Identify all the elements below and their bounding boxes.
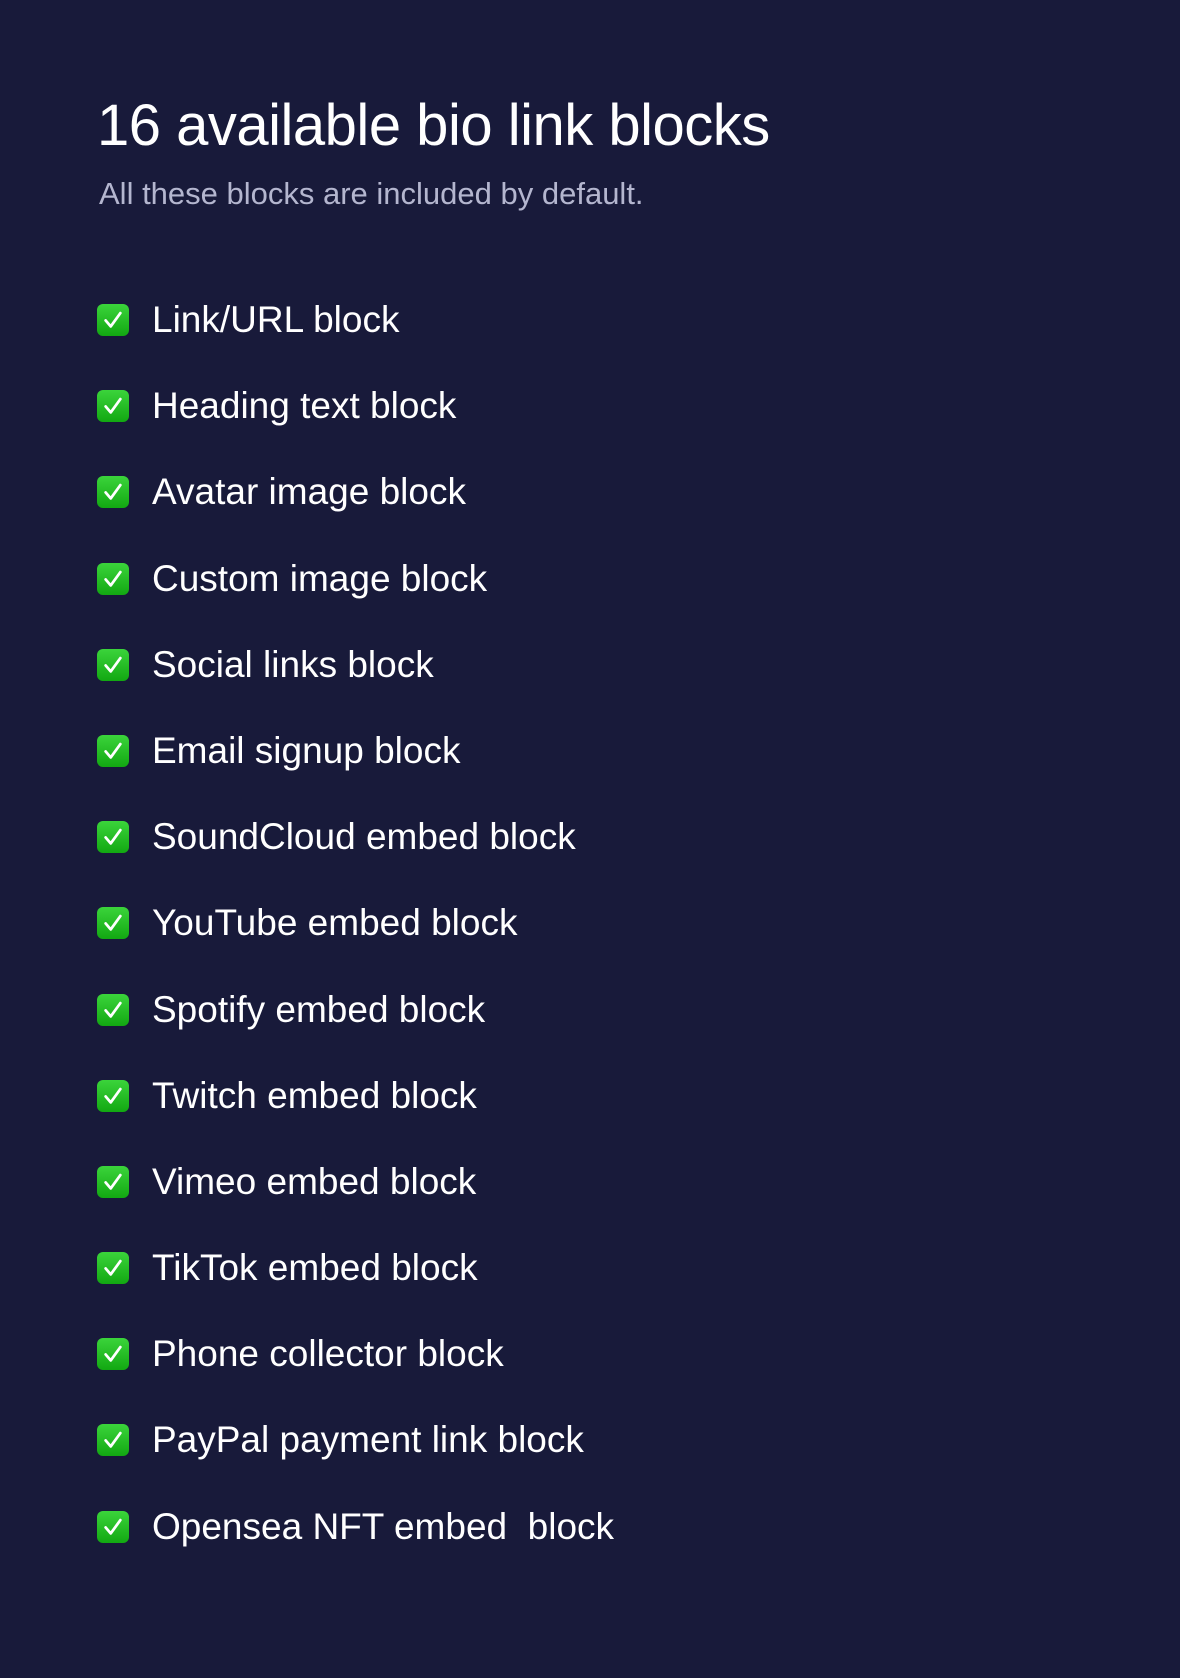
list-item: Link/URL block bbox=[97, 295, 614, 345]
check-mark-icon bbox=[97, 907, 129, 940]
list-item-label: YouTube embed block bbox=[152, 902, 518, 944]
list-item: Social links block bbox=[97, 640, 614, 690]
list-item-label: Avatar image block bbox=[152, 471, 466, 513]
list-item: Phone collector block bbox=[97, 1329, 614, 1379]
check-mark-icon bbox=[97, 1165, 129, 1198]
check-mark-icon bbox=[97, 1424, 129, 1457]
check-mark-icon bbox=[97, 390, 129, 423]
list-item-label: Email signup block bbox=[152, 729, 461, 771]
list-item-label: Vimeo embed block bbox=[152, 1160, 477, 1202]
list-item-label: Opensea NFT embed block bbox=[152, 1505, 615, 1547]
blocks-list: Link/URL block Heading text block Avatar… bbox=[97, 295, 614, 1588]
list-item: Spotify embed block bbox=[97, 985, 614, 1035]
list-item: Avatar image block bbox=[97, 467, 614, 517]
check-mark-icon bbox=[97, 648, 129, 681]
header: 16 available bio link blocks All these b… bbox=[97, 88, 1140, 214]
list-item: Twitch embed block bbox=[97, 1071, 614, 1121]
list-item-label: Heading text block bbox=[152, 385, 457, 427]
list-item-label: Phone collector block bbox=[152, 1333, 504, 1375]
check-mark-icon bbox=[97, 304, 129, 336]
check-mark-icon bbox=[97, 476, 129, 509]
check-mark-icon bbox=[97, 562, 129, 595]
check-mark-icon bbox=[97, 821, 129, 854]
check-mark-icon bbox=[97, 993, 129, 1026]
list-item: Heading text block bbox=[97, 381, 614, 431]
list-item-label: Custom image block bbox=[152, 557, 488, 599]
check-mark-icon bbox=[97, 1252, 129, 1285]
list-item: Email signup block bbox=[97, 726, 614, 776]
list-item: Vimeo embed block bbox=[97, 1157, 614, 1207]
list-item: Custom image block bbox=[97, 554, 614, 604]
check-mark-icon bbox=[97, 1510, 129, 1543]
list-item: Opensea NFT embed block bbox=[97, 1502, 614, 1552]
check-mark-icon bbox=[97, 1338, 129, 1371]
list-item-label: SoundCloud embed block bbox=[152, 816, 576, 858]
check-mark-icon bbox=[97, 1079, 129, 1112]
check-mark-icon bbox=[97, 734, 129, 767]
list-item: TikTok embed block bbox=[97, 1243, 614, 1293]
list-item-label: PayPal payment link block bbox=[152, 1419, 584, 1461]
list-item-label: Link/URL block bbox=[152, 299, 400, 340]
list-item: YouTube embed block bbox=[97, 898, 614, 948]
list-item-label: Twitch embed block bbox=[152, 1074, 477, 1116]
list-item-label: TikTok embed block bbox=[152, 1247, 478, 1289]
page-title: 16 available bio link blocks bbox=[97, 93, 770, 158]
list-item-label: Social links block bbox=[152, 643, 434, 685]
page-subtitle: All these blocks are included by default… bbox=[99, 176, 644, 211]
list-item-label: Spotify embed block bbox=[152, 988, 486, 1030]
list-item: SoundCloud embed block bbox=[97, 812, 614, 862]
list-item: PayPal payment link block bbox=[97, 1415, 614, 1465]
